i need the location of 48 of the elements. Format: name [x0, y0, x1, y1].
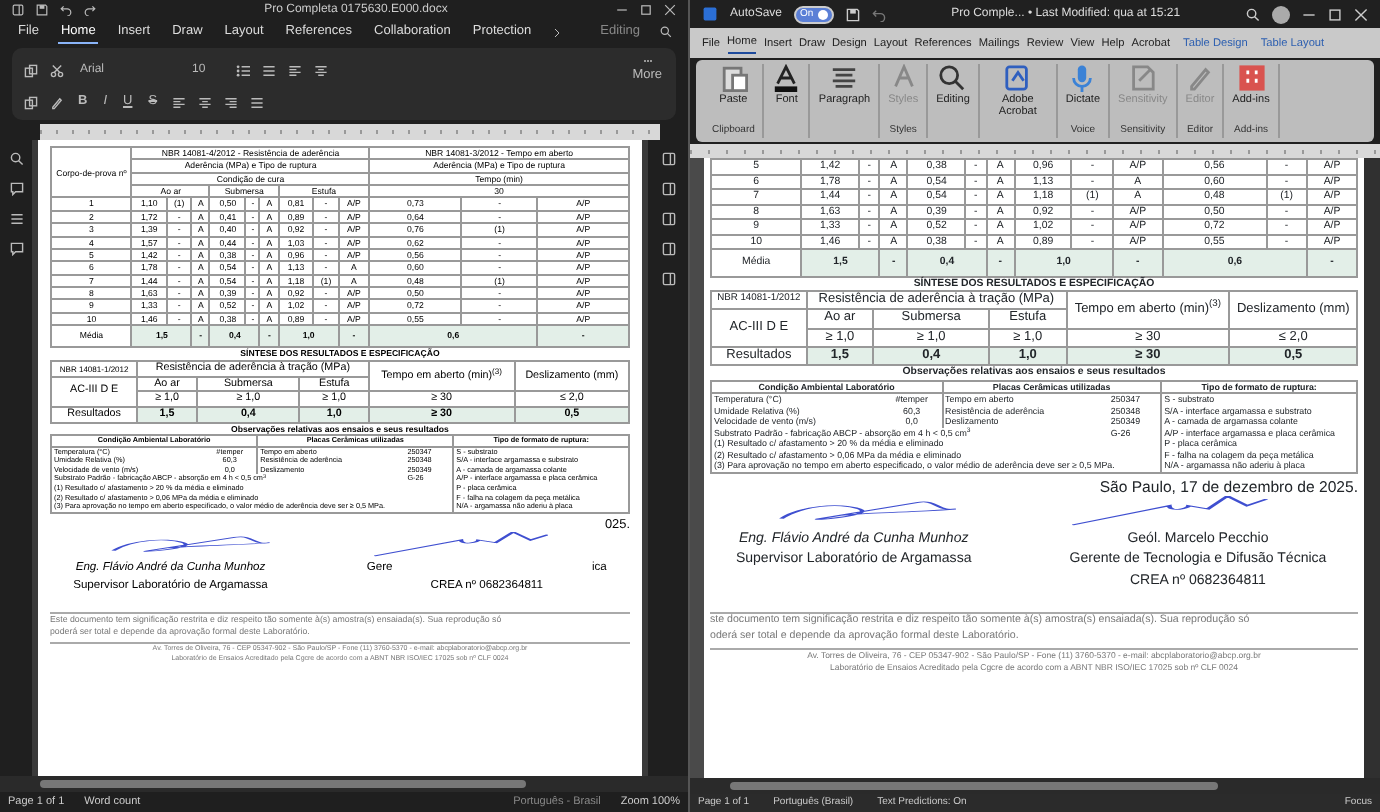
document-icon: [1003, 64, 1032, 92]
avatar-icon[interactable]: [1271, 5, 1290, 23]
comment-icon[interactable]: [9, 242, 23, 256]
microphone-icon: [1068, 64, 1097, 92]
list-icon[interactable]: [262, 63, 276, 78]
save-icon[interactable]: [36, 4, 48, 16]
grid-icon: [1237, 64, 1265, 92]
align-left-icon[interactable]: [288, 63, 302, 78]
clipboard-icon: [719, 64, 748, 92]
justify-icon[interactable]: [249, 95, 264, 110]
undo-icon[interactable]: [871, 7, 886, 21]
chevron-icon[interactable]: [551, 27, 562, 37]
vertical-scrollbar[interactable]: [1364, 158, 1380, 778]
maximize-icon[interactable]: [1327, 7, 1342, 21]
pen-icon: [1185, 64, 1214, 92]
styles-icon: [889, 64, 918, 92]
panel-icon[interactable]: [661, 242, 675, 256]
scroll-thumb[interactable]: [730, 782, 1218, 790]
scissors-icon[interactable]: [50, 63, 64, 78]
search-icon[interactable]: [660, 26, 672, 38]
panel-icon[interactable]: [661, 212, 675, 226]
word-logo-icon[interactable]: [702, 6, 718, 22]
horizontal-scrollbar[interactable]: [690, 778, 1380, 794]
copy-icon[interactable]: [24, 63, 38, 78]
paragraph-icon: [830, 64, 859, 92]
bullets-icon[interactable]: [236, 63, 250, 78]
panel-icon[interactable]: [661, 182, 675, 196]
maximize-icon[interactable]: [639, 4, 652, 16]
align-center-icon[interactable]: [197, 95, 212, 110]
search-icon[interactable]: [1245, 7, 1260, 21]
close-icon[interactable]: [663, 4, 676, 16]
panel-icon[interactable]: [661, 272, 675, 286]
search-icon[interactable]: [9, 152, 23, 166]
font-icon: [772, 64, 801, 92]
close-icon[interactable]: [1353, 7, 1368, 21]
align-center-icon[interactable]: [314, 63, 328, 78]
scroll-thumb[interactable]: [40, 780, 527, 788]
panel-icon[interactable]: [661, 152, 675, 166]
minimize-icon[interactable]: [615, 4, 628, 16]
magnifier-icon: [938, 64, 967, 92]
undo-icon[interactable]: [60, 4, 72, 16]
redo-icon[interactable]: [84, 4, 96, 16]
horizontal-scrollbar[interactable]: [0, 776, 688, 792]
list-icon[interactable]: [9, 212, 23, 226]
align-left-icon[interactable]: [171, 95, 186, 110]
save-icon[interactable]: [845, 7, 860, 21]
align-right-icon[interactable]: [223, 95, 238, 110]
comment-icon[interactable]: [9, 182, 23, 196]
